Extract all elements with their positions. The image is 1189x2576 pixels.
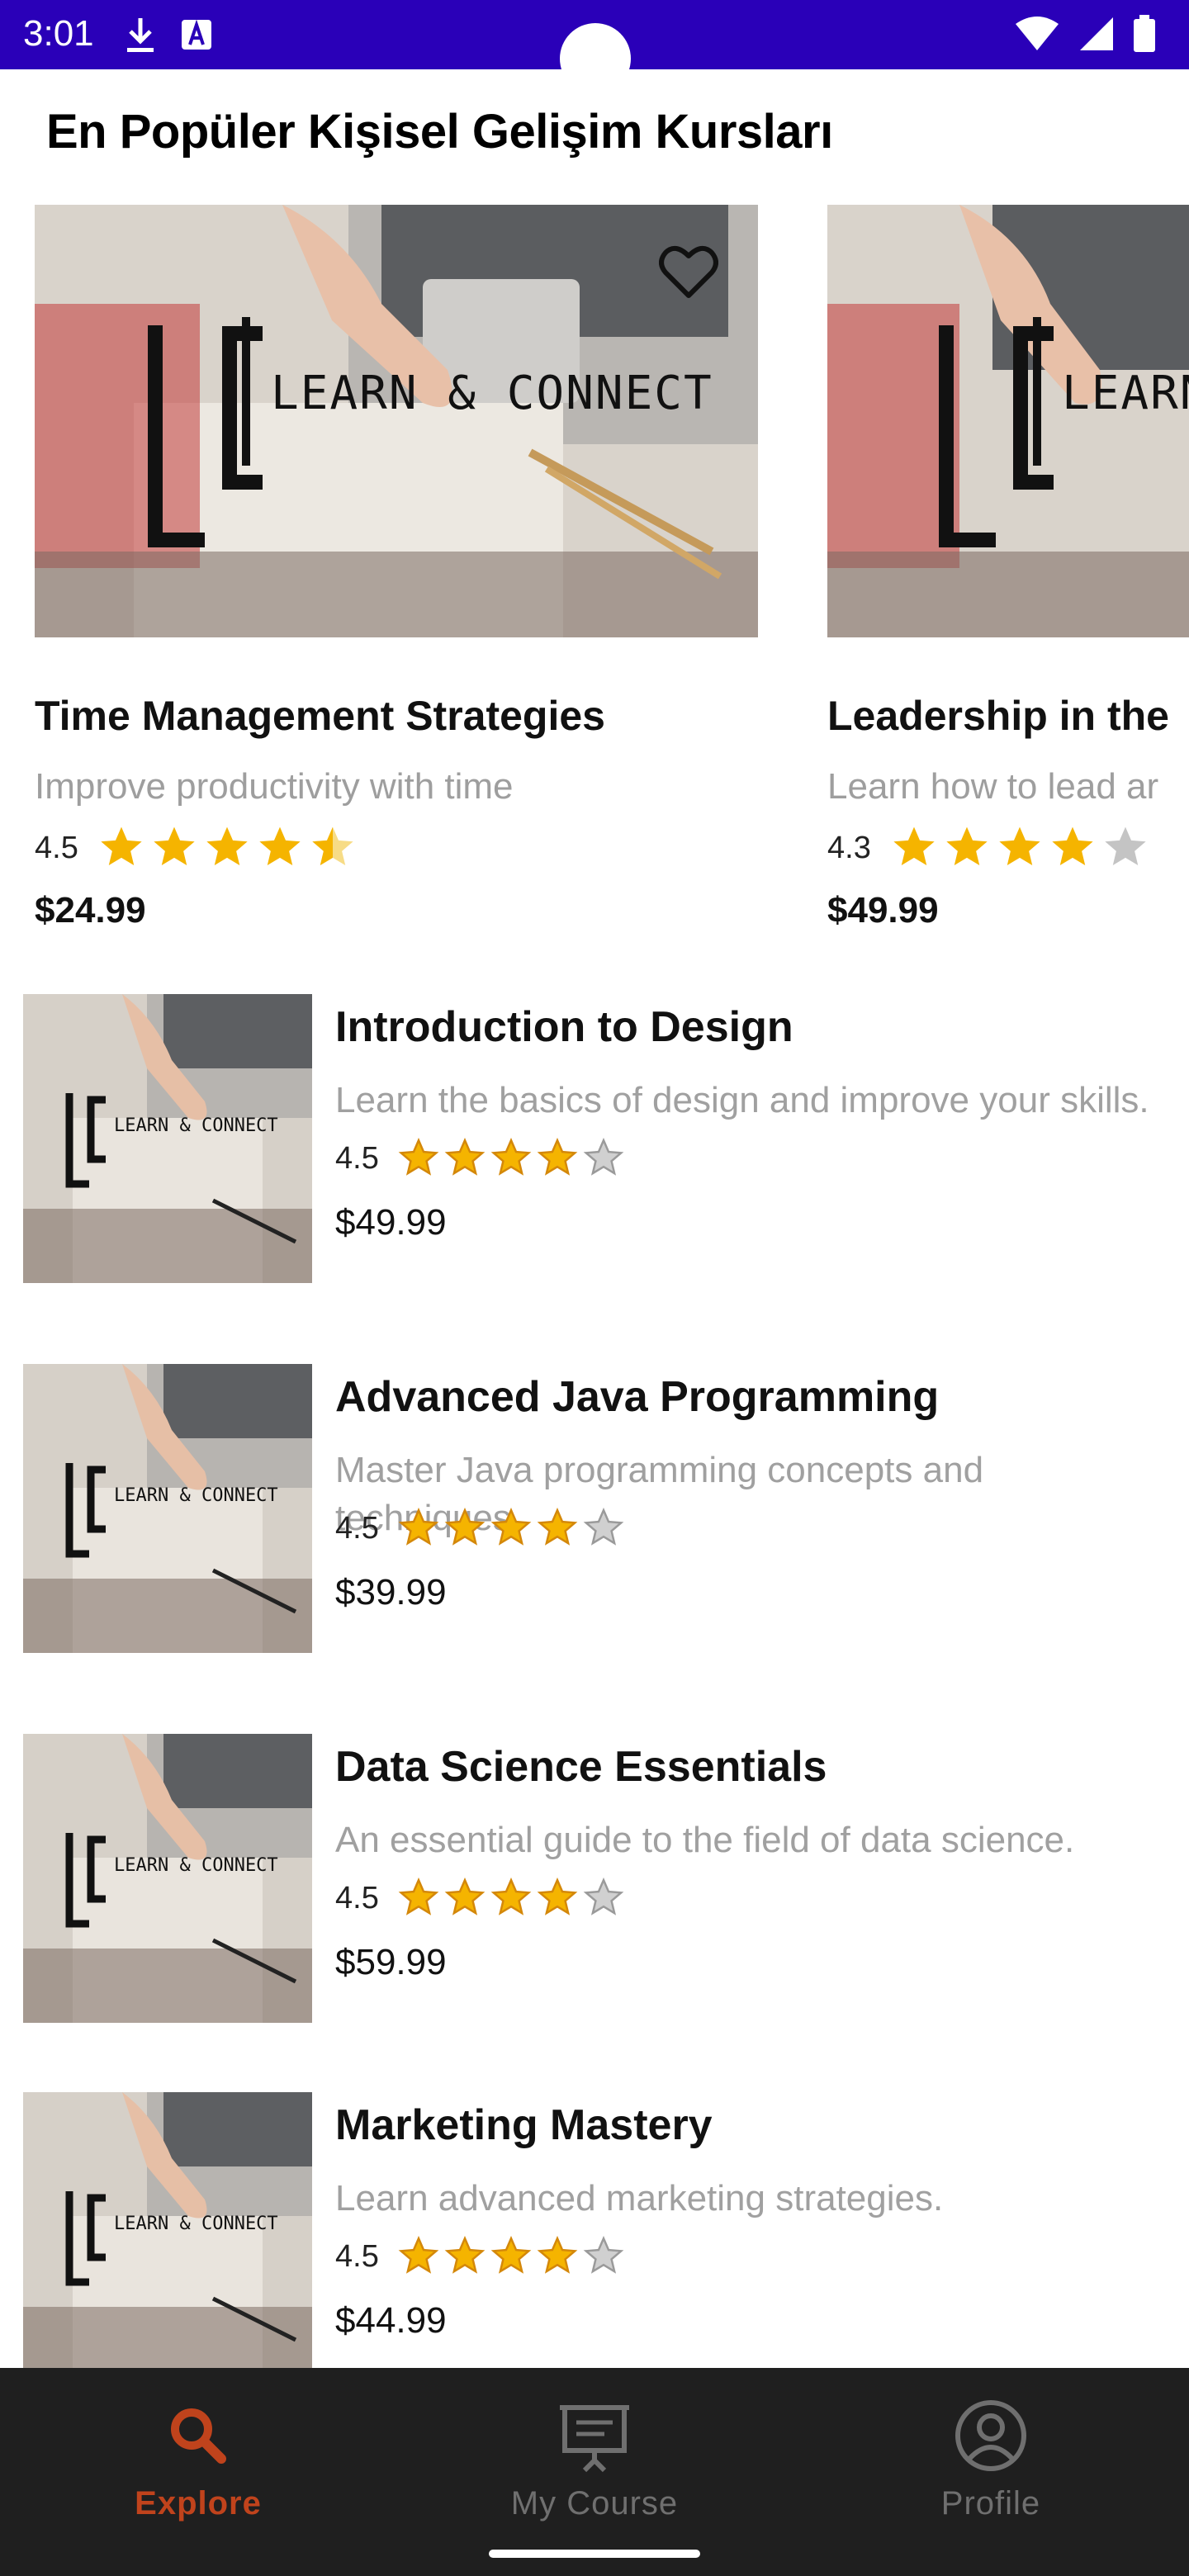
star-filled-icon [490,1508,532,1546]
account-circle-icon [955,2400,1026,2471]
course-rating: 4.5 [335,2239,379,2274]
course-price: $49.99 [335,1202,447,1243]
star-filled-icon [206,826,248,866]
svg-text:LEARN & CONNECT: LEARN & CONNECT [114,1115,278,1136]
course-title[interactable]: Introduction to Design [335,1002,793,1052]
nav-my-course-label: My Course [510,2485,679,2522]
course-thumbnail-art: LEARN & CONNECT [23,994,312,1283]
course-thumbnail-art: LEARN & CONNECT [23,1364,312,1653]
logo-text: LEARN & CONNECT [271,367,713,420]
course-thumbnail: LEARN & CONNECT [23,1364,312,1653]
course-logo: LEARN & CONNECT [938,317,1189,548]
course-thumbnail: LEARN & CONNECT [23,2092,312,2381]
svg-text:LEARN & CONNECT: LEARN & CONNECT [114,1485,278,1506]
featured-course-rating: 4.5 [35,831,78,865]
course-title[interactable]: Marketing Mastery [335,2100,713,2150]
star-filled-icon [398,1508,439,1546]
nav-my-course[interactable]: My Course [471,2388,718,2536]
star-empty-icon [583,1878,624,1915]
featured-course-title[interactable]: Time Management Strategies [35,692,605,740]
star-filled-icon [999,826,1040,866]
course-title[interactable]: Advanced Java Programming [335,1372,939,1422]
battery-icon [1134,15,1155,52]
star-empty-icon [583,1138,624,1176]
star-rating [398,1138,624,1179]
download-icon [127,18,154,52]
star-filled-icon [537,1508,578,1546]
star-half-icon [312,826,353,866]
logo-text: LEARN & CONNECT [1062,367,1189,420]
star-filled-icon [259,826,301,866]
star-rating [97,824,357,872]
star-rating [890,824,1149,872]
nav-explore[interactable]: Explore [74,2388,322,2536]
star-filled-icon [537,1138,578,1176]
star-empty-icon [583,1508,624,1546]
course-thumbnail: LEARN & CONNECT [23,994,312,1283]
course-thumbnail: LEARN & CONNECT [23,1734,312,2023]
star-filled-icon [444,1138,486,1176]
star-filled-icon [490,1878,532,1915]
featured-course-rating: 4.3 [827,831,871,865]
camera-cutout [560,23,631,94]
course-description: An essential guide to the field of data … [335,1820,1075,1860]
course-rating: 4.5 [335,1881,379,1915]
signal-icon [1080,17,1113,50]
a-box-icon [182,19,211,50]
wifi-icon [1016,17,1059,50]
course-title[interactable]: Data Science Essentials [335,1742,827,1792]
star-rating [398,1878,624,1919]
star-filled-icon [101,826,142,866]
course-price: $39.99 [335,1572,447,1612]
star-filled-icon [398,1138,439,1176]
star-empty-icon [1105,826,1146,866]
star-filled-icon [444,1508,486,1546]
course-description: Learn advanced marketing strategies. [335,2178,944,2218]
star-filled-icon [444,1878,486,1915]
app-screen: 3:01 En Popüler Kişisel Gelişim Kursları… [0,0,1189,2576]
featured-course-price: $24.99 [35,890,146,930]
star-filled-icon [444,2236,486,2274]
course-thumbnail-art: LEARN & CONNECT [23,2092,312,2381]
heart-outline-icon[interactable] [659,244,718,299]
featured-course-subtitle: Learn how to lead ar [827,766,1159,807]
star-filled-icon [398,2236,439,2274]
course-rating: 4.5 [335,1511,379,1546]
search-icon [171,2408,226,2464]
nav-explore-label: Explore [135,2485,262,2522]
featured-course-subtitle: Improve productivity with time [35,766,514,807]
course-logo: LEARN & CONNECT [147,317,712,548]
star-filled-icon [537,2236,578,2274]
star-filled-icon [154,826,195,866]
course-price: $44.99 [335,2300,447,2341]
star-filled-icon [946,826,988,866]
star-filled-icon [1052,826,1093,866]
course-description: Learn the basics of design and improve y… [335,1080,1149,1120]
svg-text:LEARN & CONNECT: LEARN & CONNECT [114,2214,278,2234]
presentation-board-icon [560,2405,629,2473]
star-empty-icon [583,2236,624,2274]
star-filled-icon [398,1878,439,1915]
bottom-navigation: Explore My Course Profile [0,2368,1189,2576]
featured-course-title[interactable]: Leadership in the [827,692,1169,740]
course-rating: 4.5 [335,1141,379,1176]
svg-text:LEARN & CONNECT: LEARN & CONNECT [114,1855,278,1876]
star-filled-icon [490,2236,532,2274]
course-thumbnail-art: LEARN & CONNECT [23,1734,312,2023]
nav-profile-label: Profile [940,2485,1041,2522]
star-filled-icon [490,1138,532,1176]
star-filled-icon [893,826,935,866]
status-bar: 3:01 [0,0,1189,94]
nav-profile[interactable]: Profile [867,2388,1115,2536]
gesture-bar[interactable] [489,2550,700,2558]
status-time: 3:01 [23,13,94,54]
featured-course-price: $49.99 [827,890,939,930]
star-rating [398,2236,624,2277]
course-price: $59.99 [335,1942,447,1982]
star-rating [398,1508,624,1549]
star-filled-icon [537,1878,578,1915]
section-title: En Popüler Kişisel Gelişim Kursları [46,105,833,159]
